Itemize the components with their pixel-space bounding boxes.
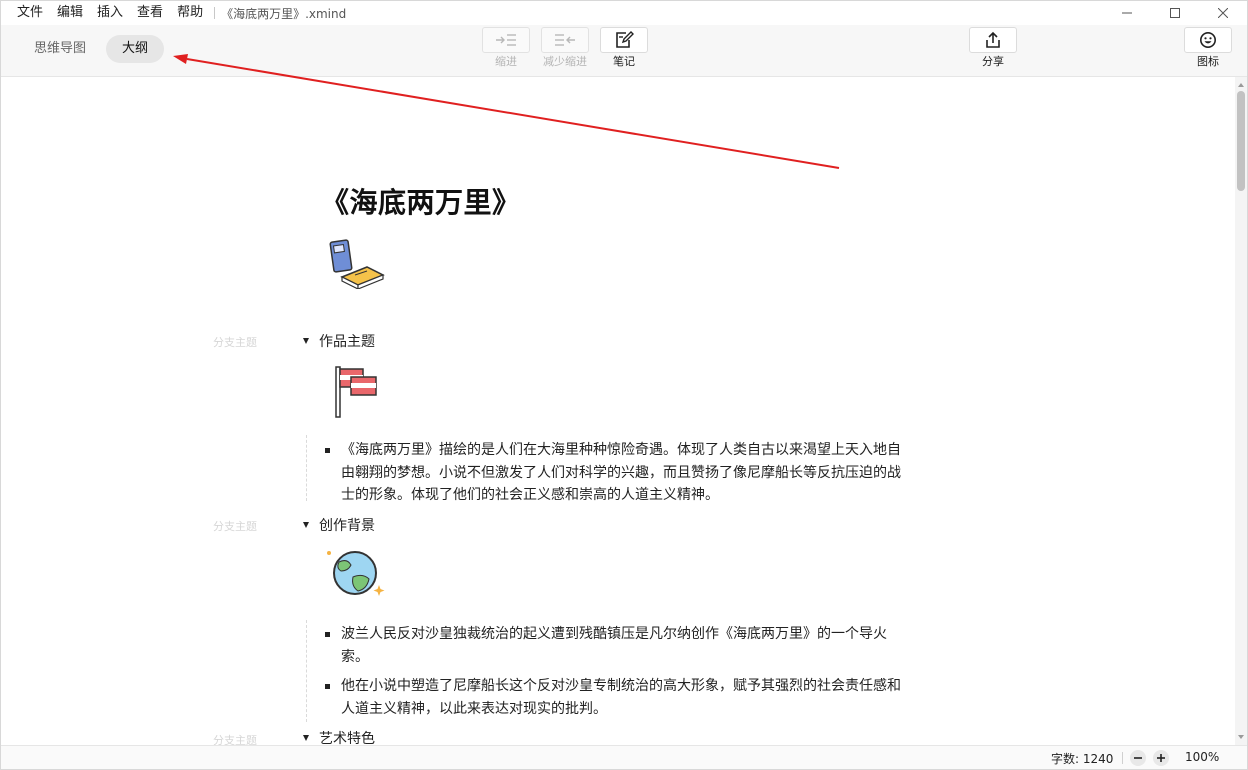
share-button[interactable]: 分享 <box>969 27 1017 70</box>
branch-hint: 分支主题 <box>213 336 257 349</box>
minus-icon <box>1134 757 1142 759</box>
vertical-scrollbar[interactable] <box>1235 77 1247 745</box>
icons-button[interactable]: 图标 <box>1184 27 1232 70</box>
menu-help[interactable]: 帮助 <box>170 1 210 25</box>
outdent-label: 减少缩进 <box>543 55 587 68</box>
outline-editor[interactable]: 《海底两万里》 分支主题 作品主题 《海底两万里》描绘的是人们在大海里种种惊险奇… <box>1 77 1235 745</box>
tab-mind-map[interactable]: 思维导图 <box>18 35 102 63</box>
close-icon <box>1218 8 1228 18</box>
branch-title[interactable]: 创作背景 <box>319 515 375 535</box>
minimize-icon <box>1122 12 1132 14</box>
scroll-down-arrow-icon[interactable] <box>1238 735 1244 739</box>
bullet-marker <box>325 684 330 689</box>
scroll-up-arrow-icon[interactable] <box>1238 83 1244 87</box>
outdent-button[interactable]: 减少缩进 <box>541 27 589 70</box>
zoom-in-button[interactable] <box>1153 750 1169 766</box>
branch-hint: 分支主题 <box>213 734 257 745</box>
indent-label: 缩进 <box>495 55 517 68</box>
share-icon <box>986 31 1000 48</box>
smiley-icon <box>1200 32 1216 48</box>
note-paragraph[interactable]: 他在小说中塑造了尼摩船长这个反对沙皇专制统治的高大形象，赋予其强烈的社会责任感和… <box>341 675 913 720</box>
zoom-out-button[interactable] <box>1130 750 1146 766</box>
document-title: 《海底两万里》.xmind <box>221 6 347 21</box>
maximize-icon <box>1170 8 1180 18</box>
bullet-marker <box>325 448 330 453</box>
menu-file[interactable]: 文件 <box>10 1 50 25</box>
menu-insert[interactable]: 插入 <box>90 1 130 25</box>
branch-hint: 分支主题 <box>213 520 257 533</box>
minimize-button[interactable] <box>1103 1 1151 25</box>
flag-icon <box>335 366 377 418</box>
note-button[interactable]: 笔记 <box>600 27 648 70</box>
app-window: 文件 编辑 插入 查看 帮助 《海底两万里》.xmind 思维导图 大纲 缩进 … <box>0 0 1248 770</box>
note-paragraph[interactable]: 波兰人民反对沙皇独裁统治的起义遭到残酷镇压是凡尔纳创作《海底两万里》的一个导火索… <box>341 623 913 668</box>
share-label: 分享 <box>982 55 1004 68</box>
bullet-marker <box>325 632 330 637</box>
status-divider <box>1122 752 1123 764</box>
toolbar: 思维导图 大纲 缩进 减少缩进 笔记 分享 图标 <box>1 25 1247 77</box>
zoom-level: 100% <box>1185 750 1220 764</box>
indent-button[interactable]: 缩进 <box>482 27 530 70</box>
maximize-button[interactable] <box>1151 1 1199 25</box>
icons-label: 图标 <box>1197 55 1219 68</box>
menu-view[interactable]: 查看 <box>130 1 170 25</box>
menu-bar: 文件 编辑 插入 查看 帮助 《海底两万里》.xmind <box>1 1 1247 25</box>
collapse-toggle[interactable] <box>303 735 309 741</box>
note-guide-line <box>306 435 307 501</box>
note-guide-line <box>306 620 307 722</box>
note-icon <box>616 31 634 48</box>
close-button[interactable] <box>1199 1 1247 25</box>
outline-title[interactable]: 《海底两万里》 <box>321 181 521 221</box>
menu-edit[interactable]: 编辑 <box>50 1 90 25</box>
collapse-toggle[interactable] <box>303 522 309 528</box>
tab-outline[interactable]: 大纲 <box>106 35 165 63</box>
collapse-toggle[interactable] <box>303 338 309 344</box>
branch-title[interactable]: 作品主题 <box>319 331 375 351</box>
note-paragraph[interactable]: 《海底两万里》描绘的是人们在大海里种种惊险奇遇。体现了人类自古以来渴望上天入地自… <box>341 439 913 507</box>
note-label: 笔记 <box>613 55 635 68</box>
branch-title[interactable]: 艺术特色 <box>319 728 375 745</box>
indent-icon <box>496 34 516 46</box>
plus-icon <box>1157 754 1165 762</box>
scrollbar-thumb[interactable] <box>1237 91 1245 191</box>
window-controls <box>1103 1 1247 25</box>
menu-divider <box>214 7 216 19</box>
status-bar: 字数: 1240 100% <box>1 745 1247 769</box>
globe-icon <box>327 551 385 596</box>
books-icon <box>329 239 385 289</box>
outdent-icon <box>555 34 575 46</box>
word-count: 字数: 1240 <box>1051 752 1114 766</box>
